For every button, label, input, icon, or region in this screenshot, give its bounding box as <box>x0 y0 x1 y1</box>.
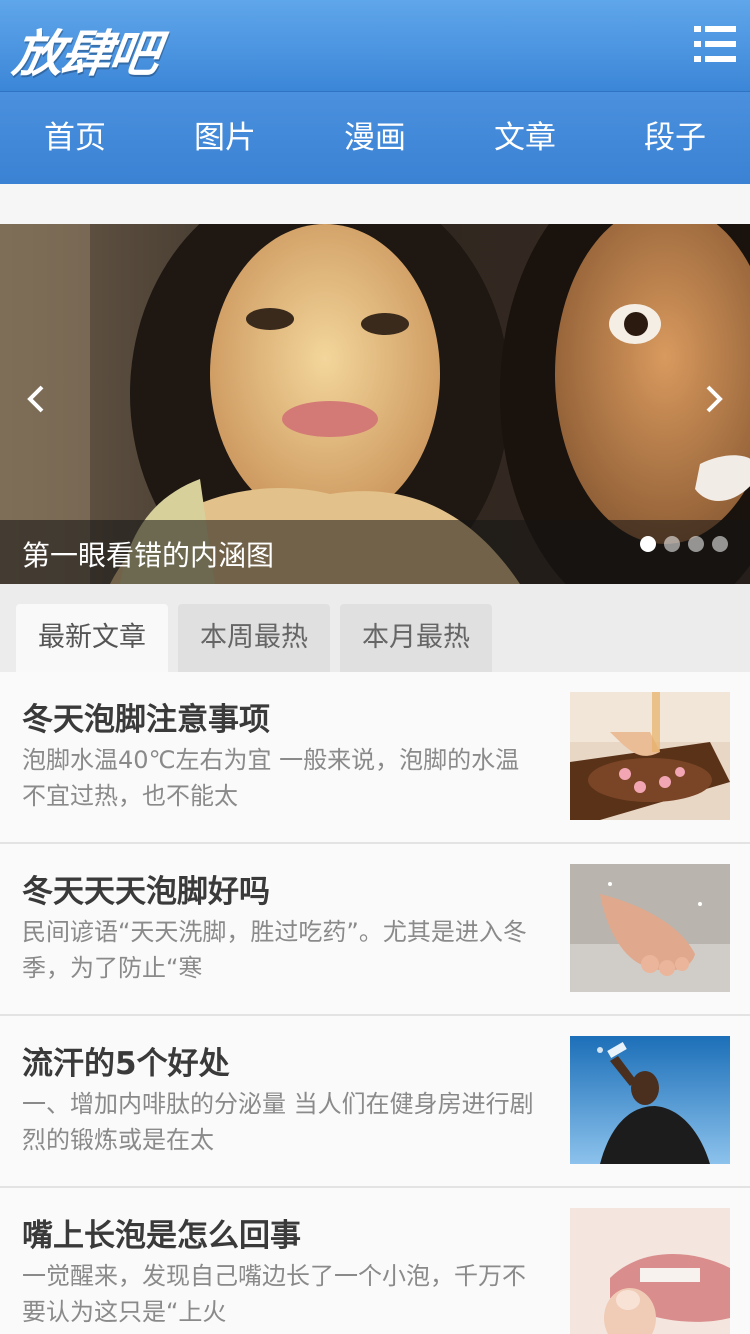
nav-item-comics[interactable]: 漫画 <box>300 92 450 184</box>
carousel-dot[interactable] <box>688 536 704 552</box>
article-list: 冬天泡脚注意事项 泡脚水温40℃左右为宜 一般来说，泡脚的水温不宜过热，也不能太 <box>0 672 750 1334</box>
list-menu-icon[interactable] <box>694 24 736 64</box>
nav-item-home[interactable]: 首页 <box>0 92 150 184</box>
article-tabs: 最新文章 本周最热 本月最热 <box>0 584 750 672</box>
article-thumbnail[interactable] <box>570 1036 730 1164</box>
article-title[interactable]: 嘴上长泡是怎么回事 <box>22 1210 301 1255</box>
tab-month-hot[interactable]: 本月最热 <box>340 604 492 672</box>
article-summary: 民间谚语“天天洗脚，胜过吃药”。尤其是进入冬季，为了防止“寒 <box>22 918 527 982</box>
article-thumbnail[interactable] <box>570 864 730 992</box>
carousel-caption-bar: 第一眼看错的内涵图 <box>0 520 750 584</box>
carousel-dot[interactable] <box>712 536 728 552</box>
nav-item-pictures[interactable]: 图片 <box>150 92 300 184</box>
article-summary: 泡脚水温40℃左右为宜 一般来说，泡脚的水温不宜过热，也不能太 <box>22 746 520 810</box>
article-thumbnail[interactable] <box>570 1208 730 1334</box>
article-title[interactable]: 冬天天天泡脚好吗 <box>22 866 270 911</box>
article-summary: 一觉醒来，发现自己嘴边长了一个小泡，千万不要认为这只是“上火 <box>22 1262 526 1326</box>
article-summary: 一、增加内啡肽的分泌量 当人们在健身房进行剧烈的锻炼或是在太 <box>22 1090 534 1154</box>
carousel-prev-arrow-icon[interactable] <box>16 374 56 424</box>
carousel-next-arrow-icon[interactable] <box>694 374 734 424</box>
list-item[interactable]: 嘴上长泡是怎么回事 一觉醒来，发现自己嘴边长了一个小泡，千万不要认为这只是“上火 <box>0 1188 750 1334</box>
list-item[interactable]: 冬天天天泡脚好吗 民间谚语“天天洗脚，胜过吃药”。尤其是进入冬季，为了防止“寒 <box>0 844 750 1016</box>
carousel-caption[interactable]: 第一眼看错的内涵图 <box>22 534 274 574</box>
image-carousel[interactable]: 第一眼看错的内涵图 <box>0 224 750 584</box>
carousel-dot[interactable] <box>664 536 680 552</box>
tab-latest[interactable]: 最新文章 <box>16 604 168 672</box>
article-thumbnail[interactable] <box>570 692 730 820</box>
tab-week-hot[interactable]: 本周最热 <box>178 604 330 672</box>
carousel-dot[interactable] <box>640 536 656 552</box>
nav-item-jokes[interactable]: 段子 <box>600 92 750 184</box>
nav-item-articles[interactable]: 文章 <box>450 92 600 184</box>
page: 放肆吧 首页 图片 漫画 文章 段子 第一眼看错的内涵图 最新文章 本周最热 本… <box>0 0 750 1334</box>
article-title[interactable]: 流汗的5个好处 <box>22 1038 230 1083</box>
article-title[interactable]: 冬天泡脚注意事项 <box>22 694 270 739</box>
site-logo[interactable]: 放肆吧 <box>9 14 163 86</box>
carousel-dots <box>640 536 728 552</box>
main-nav: 首页 图片 漫画 文章 段子 <box>0 92 750 184</box>
list-item[interactable]: 冬天泡脚注意事项 泡脚水温40℃左右为宜 一般来说，泡脚的水温不宜过热，也不能太 <box>0 672 750 844</box>
list-item[interactable]: 流汗的5个好处 一、增加内啡肽的分泌量 当人们在健身房进行剧烈的锻炼或是在太 <box>0 1016 750 1188</box>
top-bar: 放肆吧 <box>0 0 750 92</box>
